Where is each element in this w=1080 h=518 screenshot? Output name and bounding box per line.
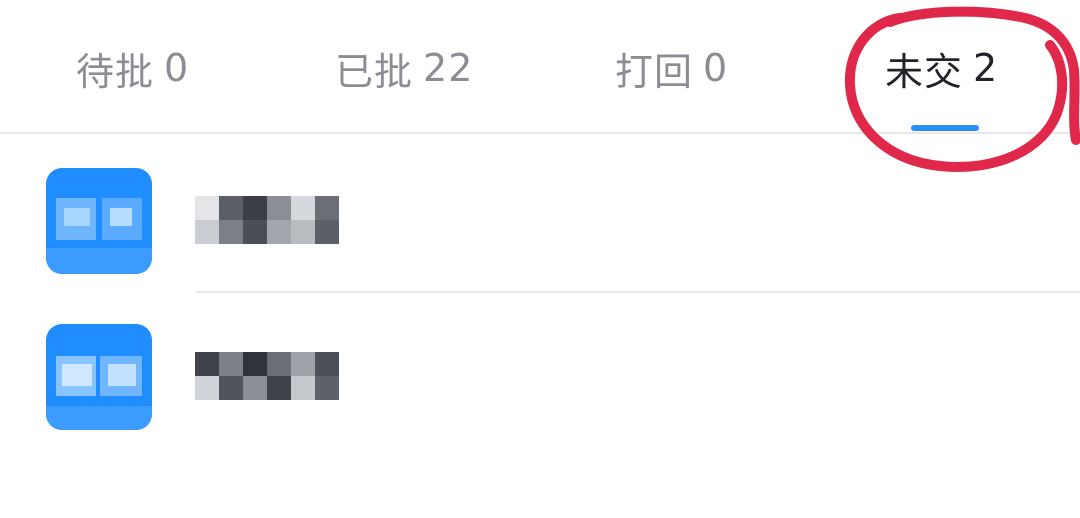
blurred-name bbox=[195, 188, 343, 254]
tab-approved[interactable]: 已批 22 bbox=[335, 38, 473, 98]
blurred-name bbox=[195, 344, 343, 410]
tab-pending-label: 待批 bbox=[76, 49, 155, 94]
list-item[interactable] bbox=[0, 306, 1080, 446]
tab-bar: 待批 0 已批 22 打回 0 未交 2 bbox=[0, 0, 1080, 134]
list-item[interactable] bbox=[0, 150, 1080, 290]
tab-not-submitted-label: 未交 bbox=[885, 49, 964, 94]
active-tab-indicator bbox=[911, 125, 979, 131]
avatar bbox=[46, 324, 152, 430]
tab-pending-count: 0 bbox=[164, 46, 190, 90]
tab-approved-count: 22 bbox=[423, 46, 474, 90]
avatar bbox=[46, 168, 152, 274]
tab-pending[interactable]: 待批 0 bbox=[76, 38, 189, 98]
tab-not-submitted[interactable]: 未交 2 bbox=[885, 38, 998, 98]
tab-returned-label: 打回 bbox=[615, 49, 694, 94]
tab-returned-count: 0 bbox=[703, 46, 729, 90]
tab-returned[interactable]: 打回 0 bbox=[615, 38, 728, 98]
list-divider bbox=[196, 291, 1080, 293]
tab-approved-label: 已批 bbox=[335, 49, 414, 94]
tab-not-submitted-count: 2 bbox=[973, 46, 999, 90]
